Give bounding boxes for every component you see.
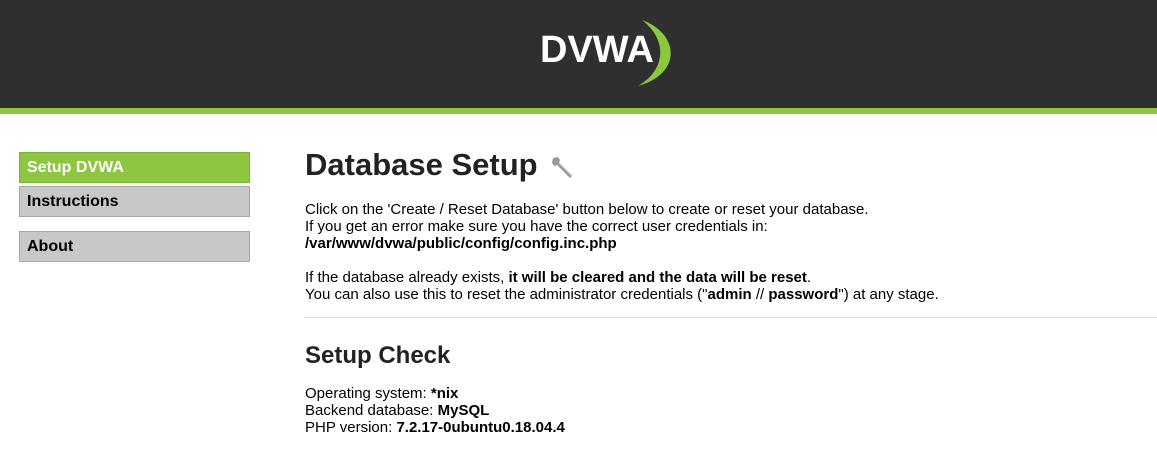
setup-check-list: Operating system: *nix Backend database:… — [305, 385, 1157, 436]
php-label: PHP version: — [305, 419, 397, 436]
os-value: *nix — [430, 385, 459, 402]
reset-info-text: If the database already exists, it will … — [305, 269, 1157, 303]
header-stripe — [0, 108, 1157, 114]
admin-password: password — [768, 286, 839, 303]
sidebar-item-setup-dvwa[interactable]: Setup DVWA — [19, 152, 250, 183]
sidebar-item-instructions[interactable]: Instructions — [19, 186, 250, 217]
page-title-text: Database Setup — [305, 147, 538, 182]
credential-separator: // — [751, 286, 769, 303]
page-title: Database Setup — [305, 145, 1157, 185]
intro-line-1: Click on the 'Create / Reset Database' b… — [305, 201, 869, 218]
setup-check-title: Setup Check — [305, 342, 451, 369]
sidebar-item-about[interactable]: About — [19, 231, 250, 262]
svg-text:DVWA: DVWA — [540, 29, 654, 71]
dvwa-logo: DVWA — [530, 12, 690, 92]
main-content: Database Setup Click on the 'Create / Re… — [305, 145, 1157, 436]
info-line-1-pre: If the database already exists, — [305, 269, 509, 286]
os-label: Operating system: — [305, 385, 431, 402]
section-divider — [305, 317, 1157, 318]
db-label: Backend database: — [305, 402, 438, 419]
info-line-1-post: . — [806, 269, 812, 286]
page-header: DVWA — [0, 0, 1157, 108]
menu-spacer — [19, 217, 250, 231]
intro-line-2: If you get an error make sure you have t… — [305, 218, 768, 235]
info-line-1-bold: it will be cleared and the data will be … — [508, 269, 807, 286]
config-path: /var/www/dvwa/public/config/config.inc.p… — [305, 235, 617, 252]
admin-username: admin — [707, 286, 752, 303]
info-line-2-post: ") at any stage. — [838, 286, 939, 303]
php-value: 7.2.17-0ubuntu0.18.04.4 — [396, 419, 565, 436]
intro-text: Click on the 'Create / Reset Database' b… — [305, 201, 1157, 252]
info-line-2-pre: You can also use this to reset the admin… — [305, 286, 708, 303]
db-value: MySQL — [437, 402, 490, 419]
sidebar-menu: Setup DVWA Instructions About — [19, 152, 250, 262]
wrench-icon — [550, 152, 576, 178]
